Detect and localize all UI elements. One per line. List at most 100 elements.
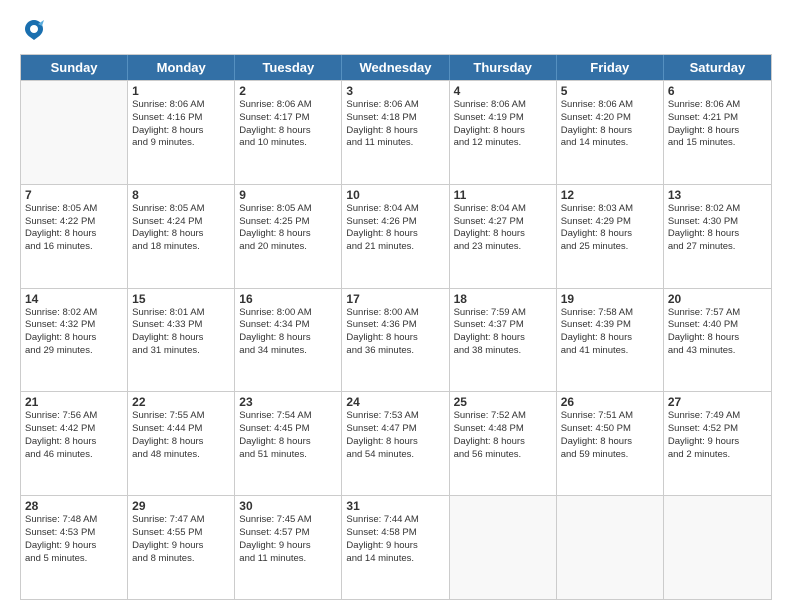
calendar-cell-6: 6Sunrise: 8:06 AM Sunset: 4:21 PM Daylig… [664, 81, 771, 184]
day-number: 21 [25, 395, 123, 409]
calendar-cell-27: 27Sunrise: 7:49 AM Sunset: 4:52 PM Dayli… [664, 392, 771, 495]
day-info: Sunrise: 8:04 AM Sunset: 4:26 PM Dayligh… [346, 203, 444, 254]
calendar-cell-20: 20Sunrise: 7:57 AM Sunset: 4:40 PM Dayli… [664, 289, 771, 392]
header [20, 16, 772, 44]
weekday-header-wednesday: Wednesday [342, 55, 449, 80]
day-info: Sunrise: 8:05 AM Sunset: 4:24 PM Dayligh… [132, 203, 230, 254]
calendar-cell-23: 23Sunrise: 7:54 AM Sunset: 4:45 PM Dayli… [235, 392, 342, 495]
calendar-cell-3: 3Sunrise: 8:06 AM Sunset: 4:18 PM Daylig… [342, 81, 449, 184]
day-info: Sunrise: 7:53 AM Sunset: 4:47 PM Dayligh… [346, 410, 444, 461]
calendar-cell-26: 26Sunrise: 7:51 AM Sunset: 4:50 PM Dayli… [557, 392, 664, 495]
calendar-row-0: 1Sunrise: 8:06 AM Sunset: 4:16 PM Daylig… [21, 80, 771, 184]
day-number: 16 [239, 292, 337, 306]
calendar: SundayMondayTuesdayWednesdayThursdayFrid… [20, 54, 772, 600]
calendar-cell-2: 2Sunrise: 8:06 AM Sunset: 4:17 PM Daylig… [235, 81, 342, 184]
day-number: 3 [346, 84, 444, 98]
page: SundayMondayTuesdayWednesdayThursdayFrid… [0, 0, 792, 612]
day-info: Sunrise: 8:06 AM Sunset: 4:19 PM Dayligh… [454, 99, 552, 150]
calendar-cell-5: 5Sunrise: 8:06 AM Sunset: 4:20 PM Daylig… [557, 81, 664, 184]
day-info: Sunrise: 7:49 AM Sunset: 4:52 PM Dayligh… [668, 410, 767, 461]
calendar-cell-28: 28Sunrise: 7:48 AM Sunset: 4:53 PM Dayli… [21, 496, 128, 599]
calendar-cell-22: 22Sunrise: 7:55 AM Sunset: 4:44 PM Dayli… [128, 392, 235, 495]
day-info: Sunrise: 7:59 AM Sunset: 4:37 PM Dayligh… [454, 307, 552, 358]
calendar-cell-16: 16Sunrise: 8:00 AM Sunset: 4:34 PM Dayli… [235, 289, 342, 392]
weekday-header-tuesday: Tuesday [235, 55, 342, 80]
day-info: Sunrise: 7:57 AM Sunset: 4:40 PM Dayligh… [668, 307, 767, 358]
day-number: 8 [132, 188, 230, 202]
calendar-cell-7: 7Sunrise: 8:05 AM Sunset: 4:22 PM Daylig… [21, 185, 128, 288]
calendar-row-3: 21Sunrise: 7:56 AM Sunset: 4:42 PM Dayli… [21, 391, 771, 495]
day-info: Sunrise: 8:06 AM Sunset: 4:21 PM Dayligh… [668, 99, 767, 150]
logo [20, 16, 50, 44]
day-number: 11 [454, 188, 552, 202]
day-info: Sunrise: 7:48 AM Sunset: 4:53 PM Dayligh… [25, 514, 123, 565]
calendar-cell-empty-0-0 [21, 81, 128, 184]
day-info: Sunrise: 8:06 AM Sunset: 4:18 PM Dayligh… [346, 99, 444, 150]
day-info: Sunrise: 7:47 AM Sunset: 4:55 PM Dayligh… [132, 514, 230, 565]
calendar-cell-24: 24Sunrise: 7:53 AM Sunset: 4:47 PM Dayli… [342, 392, 449, 495]
calendar-cell-14: 14Sunrise: 8:02 AM Sunset: 4:32 PM Dayli… [21, 289, 128, 392]
day-info: Sunrise: 8:02 AM Sunset: 4:30 PM Dayligh… [668, 203, 767, 254]
day-number: 25 [454, 395, 552, 409]
day-number: 26 [561, 395, 659, 409]
calendar-cell-1: 1Sunrise: 8:06 AM Sunset: 4:16 PM Daylig… [128, 81, 235, 184]
day-number: 12 [561, 188, 659, 202]
day-number: 1 [132, 84, 230, 98]
calendar-cell-31: 31Sunrise: 7:44 AM Sunset: 4:58 PM Dayli… [342, 496, 449, 599]
day-info: Sunrise: 7:55 AM Sunset: 4:44 PM Dayligh… [132, 410, 230, 461]
calendar-cell-10: 10Sunrise: 8:04 AM Sunset: 4:26 PM Dayli… [342, 185, 449, 288]
day-number: 14 [25, 292, 123, 306]
day-number: 4 [454, 84, 552, 98]
logo-icon [20, 16, 48, 44]
calendar-header: SundayMondayTuesdayWednesdayThursdayFrid… [21, 55, 771, 80]
day-info: Sunrise: 8:00 AM Sunset: 4:34 PM Dayligh… [239, 307, 337, 358]
day-info: Sunrise: 8:01 AM Sunset: 4:33 PM Dayligh… [132, 307, 230, 358]
weekday-header-monday: Monday [128, 55, 235, 80]
calendar-cell-12: 12Sunrise: 8:03 AM Sunset: 4:29 PM Dayli… [557, 185, 664, 288]
day-number: 18 [454, 292, 552, 306]
day-number: 13 [668, 188, 767, 202]
calendar-cell-30: 30Sunrise: 7:45 AM Sunset: 4:57 PM Dayli… [235, 496, 342, 599]
calendar-cell-8: 8Sunrise: 8:05 AM Sunset: 4:24 PM Daylig… [128, 185, 235, 288]
day-info: Sunrise: 7:44 AM Sunset: 4:58 PM Dayligh… [346, 514, 444, 565]
day-info: Sunrise: 7:52 AM Sunset: 4:48 PM Dayligh… [454, 410, 552, 461]
day-number: 9 [239, 188, 337, 202]
day-number: 27 [668, 395, 767, 409]
day-number: 5 [561, 84, 659, 98]
day-number: 31 [346, 499, 444, 513]
calendar-row-1: 7Sunrise: 8:05 AM Sunset: 4:22 PM Daylig… [21, 184, 771, 288]
calendar-cell-19: 19Sunrise: 7:58 AM Sunset: 4:39 PM Dayli… [557, 289, 664, 392]
calendar-cell-9: 9Sunrise: 8:05 AM Sunset: 4:25 PM Daylig… [235, 185, 342, 288]
day-info: Sunrise: 8:06 AM Sunset: 4:20 PM Dayligh… [561, 99, 659, 150]
day-number: 15 [132, 292, 230, 306]
day-number: 10 [346, 188, 444, 202]
day-number: 17 [346, 292, 444, 306]
day-number: 7 [25, 188, 123, 202]
calendar-cell-empty-4-6 [664, 496, 771, 599]
day-number: 6 [668, 84, 767, 98]
calendar-cell-29: 29Sunrise: 7:47 AM Sunset: 4:55 PM Dayli… [128, 496, 235, 599]
day-number: 19 [561, 292, 659, 306]
day-info: Sunrise: 7:54 AM Sunset: 4:45 PM Dayligh… [239, 410, 337, 461]
calendar-cell-13: 13Sunrise: 8:02 AM Sunset: 4:30 PM Dayli… [664, 185, 771, 288]
day-number: 2 [239, 84, 337, 98]
calendar-body: 1Sunrise: 8:06 AM Sunset: 4:16 PM Daylig… [21, 80, 771, 599]
day-info: Sunrise: 8:05 AM Sunset: 4:25 PM Dayligh… [239, 203, 337, 254]
day-info: Sunrise: 7:56 AM Sunset: 4:42 PM Dayligh… [25, 410, 123, 461]
day-number: 22 [132, 395, 230, 409]
calendar-cell-15: 15Sunrise: 8:01 AM Sunset: 4:33 PM Dayli… [128, 289, 235, 392]
day-info: Sunrise: 7:45 AM Sunset: 4:57 PM Dayligh… [239, 514, 337, 565]
day-info: Sunrise: 7:51 AM Sunset: 4:50 PM Dayligh… [561, 410, 659, 461]
day-number: 24 [346, 395, 444, 409]
day-info: Sunrise: 8:05 AM Sunset: 4:22 PM Dayligh… [25, 203, 123, 254]
weekday-header-sunday: Sunday [21, 55, 128, 80]
day-info: Sunrise: 7:58 AM Sunset: 4:39 PM Dayligh… [561, 307, 659, 358]
day-info: Sunrise: 8:03 AM Sunset: 4:29 PM Dayligh… [561, 203, 659, 254]
day-info: Sunrise: 8:02 AM Sunset: 4:32 PM Dayligh… [25, 307, 123, 358]
calendar-cell-17: 17Sunrise: 8:00 AM Sunset: 4:36 PM Dayli… [342, 289, 449, 392]
weekday-header-saturday: Saturday [664, 55, 771, 80]
weekday-header-friday: Friday [557, 55, 664, 80]
day-number: 30 [239, 499, 337, 513]
calendar-cell-11: 11Sunrise: 8:04 AM Sunset: 4:27 PM Dayli… [450, 185, 557, 288]
day-info: Sunrise: 8:04 AM Sunset: 4:27 PM Dayligh… [454, 203, 552, 254]
